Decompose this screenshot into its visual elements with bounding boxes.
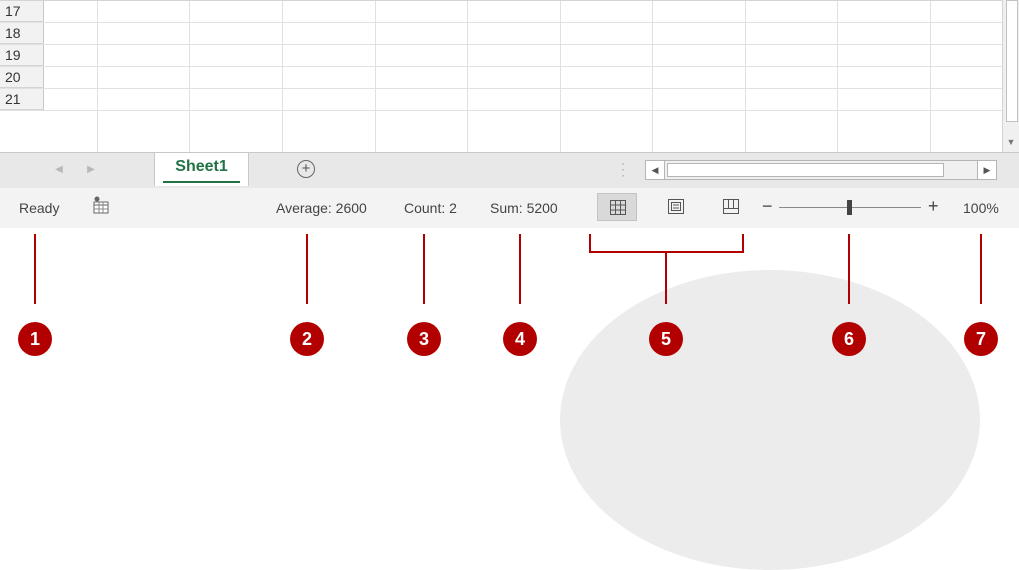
worksheet-grid: 17 18 19 20 21 (0, 0, 1002, 153)
callout-line-2 (306, 234, 308, 304)
column-gridline (560, 1, 561, 153)
triangle-right-icon[interactable]: ▶ (84, 162, 98, 178)
row-header[interactable]: 18 (0, 23, 44, 44)
scroll-down-icon[interactable]: ▼ (1005, 136, 1017, 148)
grid-row: 17 (0, 1, 1002, 23)
callout-badge-3: 3 (407, 322, 441, 356)
horizontal-scrollbar[interactable]: ◀ ▶ (645, 160, 1007, 180)
column-gridline (745, 1, 746, 153)
grid-row: 20 (0, 67, 1002, 89)
callout-line-1 (34, 234, 36, 304)
grid-row (0, 111, 1002, 153)
zoom-slider-thumb[interactable] (847, 200, 852, 215)
callout-line-7 (980, 234, 982, 304)
callout-badge-5: 5 (649, 322, 683, 356)
callout-line-6 (848, 234, 850, 304)
callout-badge-2: 2 (290, 322, 324, 356)
callout-line-4 (519, 234, 521, 304)
row-header[interactable]: 17 (0, 1, 44, 22)
page-break-preview-button[interactable] (711, 193, 751, 221)
cell-mode-indicator: Ready (19, 200, 60, 216)
sum-readout[interactable]: Sum: 5200 (490, 200, 558, 216)
page-layout-view-icon (668, 199, 684, 214)
callout-line-3 (423, 234, 425, 304)
grid-row: 18 (0, 23, 1002, 45)
scroll-left-icon[interactable]: ◀ (645, 160, 665, 180)
status-bar: Ready Average: 2600 Count: 2 Sum: 5200 −… (0, 188, 1019, 228)
column-gridline (930, 1, 931, 153)
callout-line-5 (665, 251, 667, 304)
horizontal-scroll-thumb[interactable] (667, 163, 944, 177)
column-gridline (189, 1, 190, 153)
row-header[interactable]: 21 (0, 89, 44, 110)
active-tab-underline (163, 181, 240, 183)
grid-row: 19 (0, 45, 1002, 67)
callout-badge-4: 4 (503, 322, 537, 356)
split-handle-icon[interactable]: · · · (621, 157, 625, 181)
column-gridline (652, 1, 653, 153)
count-readout[interactable]: Count: 2 (404, 200, 457, 216)
background-arc (560, 270, 980, 570)
zoom-in-button[interactable]: + (928, 196, 939, 217)
callout-badge-1: 1 (18, 322, 52, 356)
normal-view-button[interactable] (597, 193, 637, 221)
column-gridline (837, 1, 838, 153)
column-gridline (467, 1, 468, 153)
row-header[interactable]: 19 (0, 45, 44, 66)
sheet-tab-sheet1[interactable]: Sheet1 (154, 153, 249, 186)
callout-badge-7: 7 (964, 322, 998, 356)
plus-circle-icon[interactable]: + (297, 160, 315, 178)
triangle-left-icon[interactable]: ◀ (52, 162, 66, 178)
column-gridline (97, 1, 98, 153)
zoom-level-readout[interactable]: 100% (963, 200, 999, 216)
horizontal-scroll-track[interactable] (665, 160, 977, 180)
vertical-scrollbar[interactable]: ▼ (1002, 0, 1019, 152)
sheet-tab-label: Sheet1 (175, 158, 228, 175)
callout-badge-6: 6 (832, 322, 866, 356)
row-header[interactable]: 20 (0, 67, 44, 88)
zoom-out-button[interactable]: − (762, 196, 773, 217)
column-gridline (282, 1, 283, 153)
normal-view-icon (610, 200, 626, 215)
grid-row: 21 (0, 89, 1002, 111)
vertical-scroll-thumb[interactable] (1006, 0, 1018, 122)
macro-recording-icon[interactable] (93, 196, 109, 214)
page-layout-view-button[interactable] (656, 193, 696, 221)
page-break-preview-icon (723, 199, 739, 214)
sheet-tab-bar: ◀ ▶ Sheet1 + · · · ◀ ▶ (0, 152, 1019, 188)
average-readout[interactable]: Average: 2600 (276, 200, 367, 216)
scroll-right-icon[interactable]: ▶ (977, 160, 997, 180)
column-gridline (375, 1, 376, 153)
